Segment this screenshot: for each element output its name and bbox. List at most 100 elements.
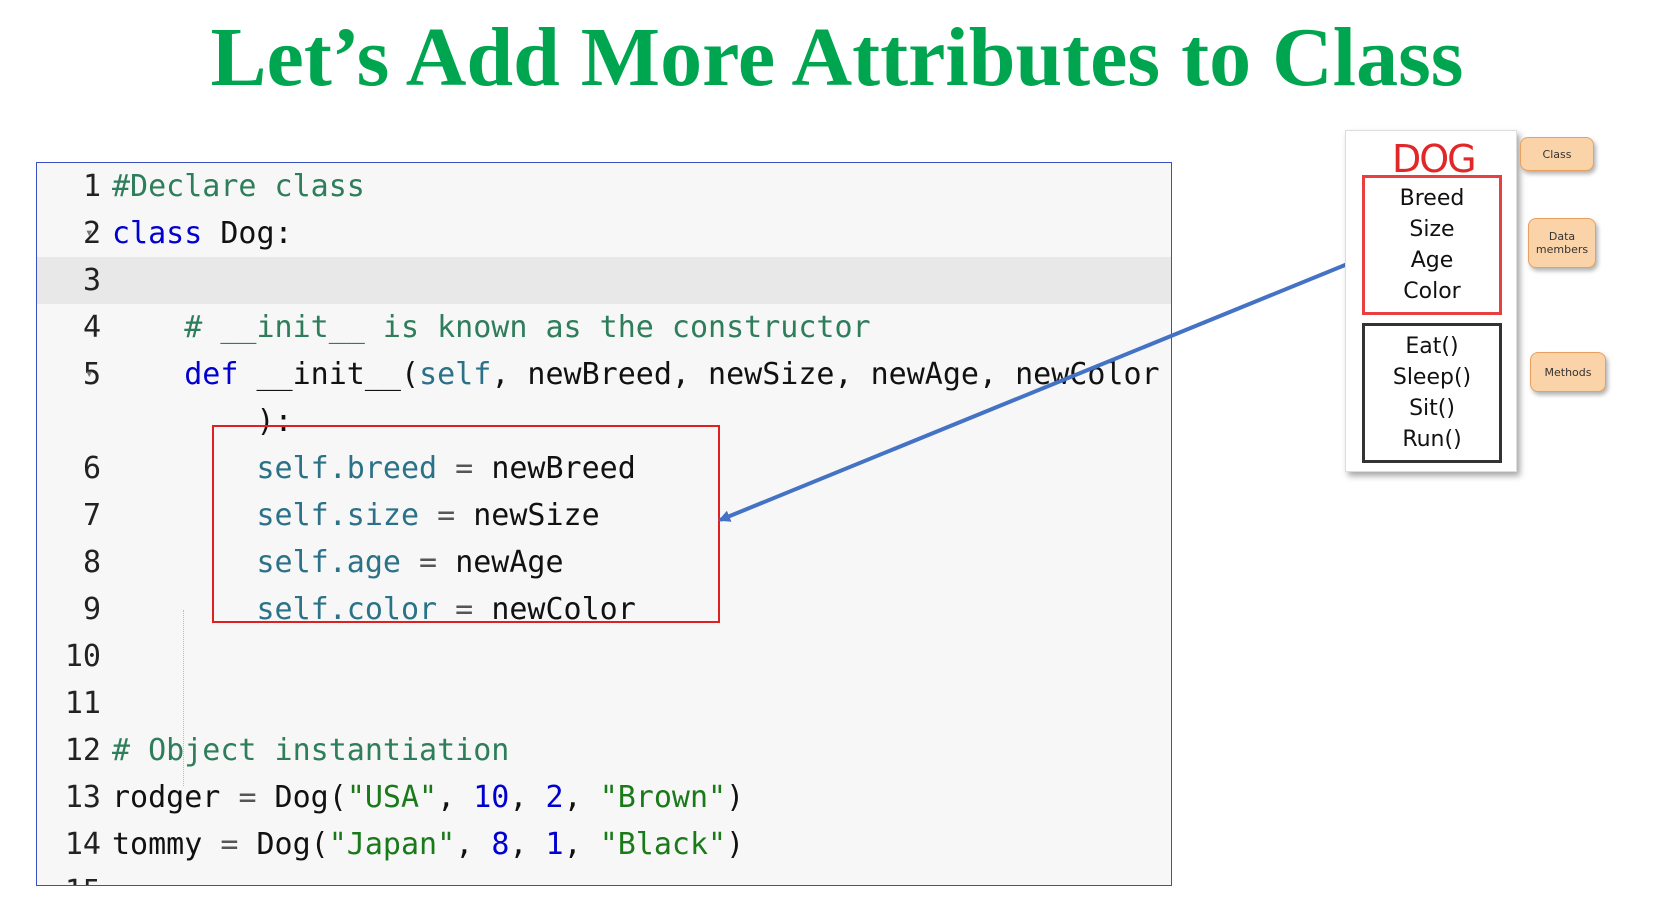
code-line[interactable]: 12 # Object instantiation [37,727,1171,774]
code-line[interactable]: 10 [37,633,1171,680]
line-gutter: 12 [37,727,101,774]
code-token: Dog( [256,780,347,815]
code-token: def [184,357,239,392]
code-text: tommy = Dog("Japan", 8, 1, "Black") [112,821,744,868]
line-gutter: 13 [37,774,101,821]
code-text: rodger = Dog("USA", 10, 2, "Brown") [112,774,744,821]
code-token: class [112,216,203,251]
data-member-item: Color [1403,279,1461,304]
code-token: = [220,827,239,862]
line-number: 10 [64,639,101,674]
code-line[interactable]: 11 [37,680,1171,727]
methods-box: Eat() Sleep() Sit() Run() [1362,323,1502,463]
code-token: self [419,357,492,392]
line-gutter [37,398,101,445]
line-gutter: 4 [37,304,101,351]
code-token: 8 [491,827,510,862]
code-line[interactable]: 4 # __init__ is known as the constructor [37,304,1171,351]
method-item: Sit() [1409,396,1455,421]
code-line[interactable]: 13 rodger = Dog("USA", 10, 2, "Brown") [37,774,1171,821]
line-number: 4 [82,310,101,345]
highlight-box [212,425,720,623]
code-token: rodger [112,780,239,815]
code-token: "Brown" [599,780,727,815]
line-number: 8 [82,545,101,580]
code-text: class Dog: [112,210,293,257]
line-gutter: 14 [37,821,101,868]
code-token: #Declare class [112,169,365,204]
line-number: 9 [82,592,101,627]
code-token: tommy [112,827,221,862]
line-gutter: 8 [37,539,101,586]
code-token: ) [726,780,745,815]
code-line[interactable]: 15 [37,868,1171,885]
line-gutter: 11 [37,680,101,727]
code-token: "Japan" [328,827,456,862]
code-text: #Declare class [112,163,365,210]
code-token: , [563,780,600,815]
code-token: ) [726,827,745,862]
code-line[interactable]: 1 #Declare class [37,163,1171,210]
code-token: , [437,780,474,815]
code-token: Dog: [202,216,293,251]
method-item: Sleep() [1392,365,1472,390]
code-token: 1 [545,827,564,862]
code-token: "USA" [346,780,438,815]
line-gutter: 7 [37,492,101,539]
fold-toggle-icon[interactable]: ▾ [85,210,93,257]
line-number: 1 [82,169,101,204]
dog-class-diagram: DOG Breed Size Age Color Eat() Sleep() Sit() R… [1345,130,1517,472]
code-token: "Black" [599,827,727,862]
slide-title: Let’s Add More Attributes to Class [210,11,1464,104]
code-line[interactable]: 2 ▾ class Dog: [37,210,1171,257]
method-item: Run() [1402,427,1462,452]
line-gutter: 9 [37,586,101,633]
code-line[interactable]: 3 [37,257,1171,304]
line-number: 13 [64,780,101,815]
code-token: , [509,827,546,862]
code-token: Dog( [238,827,329,862]
indent-guide [183,610,184,786]
line-number: 14 [64,827,101,862]
line-gutter: 1 [37,163,101,210]
method-item: Eat() [1405,334,1459,359]
fold-toggle-icon[interactable]: ▾ [85,351,93,398]
code-token: , [455,827,492,862]
code-token: = [238,780,257,815]
line-gutter: 15 [37,868,101,885]
code-text: def __init__(self, newBreed, newSize, ne… [112,351,1160,398]
line-gutter: 2 ▾ [37,210,101,257]
code-token: # Object instantiation [112,733,510,768]
code-token: 2 [545,780,564,815]
line-number: 11 [64,686,101,721]
data-members-callout: Data members [1528,218,1596,268]
line-gutter: 3 [37,257,101,304]
data-member-item: Size [1409,217,1455,242]
line-number: 7 [82,498,101,533]
code-token: # __init__ is known as the constructor [184,310,871,345]
data-member-item: Age [1410,248,1454,273]
code-token: , [509,780,546,815]
code-token: 10 [473,780,510,815]
line-number: 15 [65,868,101,885]
line-gutter: 5 ▾ [37,351,101,398]
line-gutter: 6 [37,445,101,492]
code-token: __init__( [238,357,420,392]
data-members-box: Breed Size Age Color [1362,175,1502,315]
code-line[interactable]: 14 tommy = Dog("Japan", 8, 1, "Black") [37,821,1171,868]
code-text: # __init__ is known as the constructor [112,304,871,351]
code-text: # Object instantiation [112,727,509,774]
code-line[interactable]: 5 ▾ def __init__(self, newBreed, newSize,… [37,351,1171,398]
line-number: 3 [82,263,101,298]
line-number: 6 [82,451,101,486]
code-token: , [563,827,600,862]
class-callout: Class [1520,137,1594,171]
code-editor[interactable]: 1 #Declare class 2 ▾ class Dog: 3 4 # __init__… [36,162,1172,886]
data-member-item: Breed [1399,186,1465,211]
line-number: 12 [64,733,101,768]
code-token: , newBreed, newSize, newAge, newColor [491,357,1160,392]
methods-callout: Methods [1530,352,1606,392]
line-gutter: 10 [37,633,101,680]
